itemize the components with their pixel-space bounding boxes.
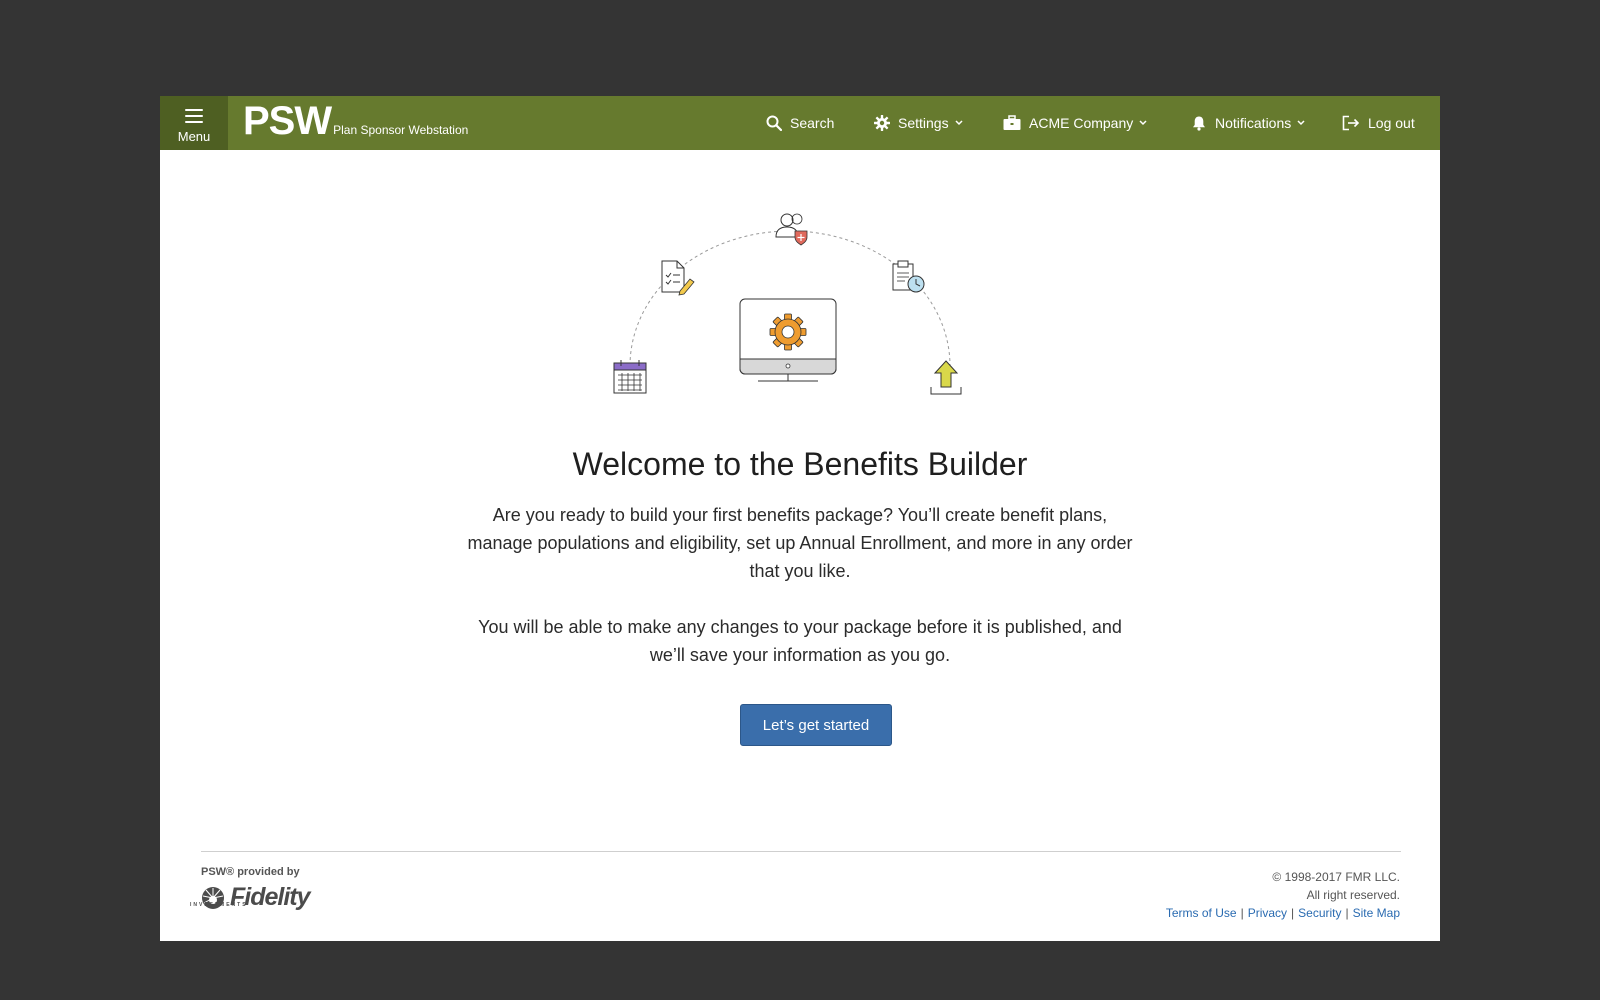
security-link[interactable]: Security	[1298, 906, 1341, 920]
search-label: Search	[790, 115, 835, 131]
briefcase-icon	[1003, 115, 1021, 130]
menu-button[interactable]: Menu	[160, 96, 228, 150]
hamburger-icon	[185, 109, 203, 127]
logout-icon	[1342, 115, 1360, 131]
bell-icon	[1193, 116, 1205, 131]
app-window: Menu PSW Plan Sponsor Webstation Search S…	[160, 96, 1440, 941]
upload-icon	[930, 360, 962, 395]
rights-text: All right reserved.	[1306, 888, 1400, 902]
logo-subtitle: Plan Sponsor Webstation	[333, 123, 469, 137]
monitor-gear-icon	[739, 298, 837, 382]
menu-label: Menu	[177, 129, 211, 144]
company-label: ACME Company	[1029, 115, 1134, 131]
page-title: Welcome to the Benefits Builder	[572, 446, 1028, 482]
copyright-block: © 1998-2017 FMR LLC. All right reserved.	[1272, 868, 1400, 904]
logout-label: Log out	[1368, 115, 1415, 131]
search-icon	[766, 115, 782, 131]
terms-of-use-link[interactable]: Terms of Use	[1166, 906, 1237, 920]
settings-menu[interactable]: Settings	[874, 96, 963, 150]
fidelity-investments-text: INVESTMENTS	[190, 902, 248, 908]
chevron-down-icon	[1139, 120, 1147, 126]
clipboard-clock-icon	[892, 260, 925, 293]
footer-links: Terms of Use | Privacy | Security | Site Map	[1165, 906, 1400, 920]
chevron-down-icon	[955, 120, 963, 126]
top-navigation-bar: Menu PSW Plan Sponsor Webstation Search S…	[160, 96, 1440, 150]
person-shield-icon	[775, 213, 808, 246]
benefits-builder-illustration	[613, 213, 962, 395]
notifications-label: Notifications	[1215, 115, 1292, 131]
site-map-link[interactable]: Site Map	[1353, 906, 1400, 920]
info-paragraph: You will be able to make any changes to …	[478, 617, 1122, 665]
calendar-icon	[613, 360, 647, 394]
company-selector[interactable]: ACME Company	[1003, 96, 1147, 150]
psw-logo[interactable]: PSW Plan Sponsor Webstation	[243, 99, 468, 144]
intro-paragraph: Are you ready to build your first benefi…	[467, 505, 1133, 581]
copyright-text: © 1998-2017 FMR LLC.	[1272, 870, 1400, 884]
provided-by-text: PSW® provided by	[201, 866, 300, 878]
get-started-button[interactable]: Let’s get started	[740, 704, 892, 746]
search-button[interactable]: Search	[766, 96, 834, 150]
notifications-menu[interactable]: Notifications	[1191, 96, 1305, 150]
footer-divider	[201, 851, 1401, 852]
chevron-down-icon	[1297, 120, 1305, 126]
checklist-icon	[661, 260, 695, 296]
privacy-link[interactable]: Privacy	[1248, 906, 1287, 920]
logo-text: PSW	[243, 99, 332, 143]
settings-label: Settings	[898, 115, 949, 131]
gear-icon	[874, 115, 890, 131]
logout-button[interactable]: Log out	[1342, 96, 1415, 150]
